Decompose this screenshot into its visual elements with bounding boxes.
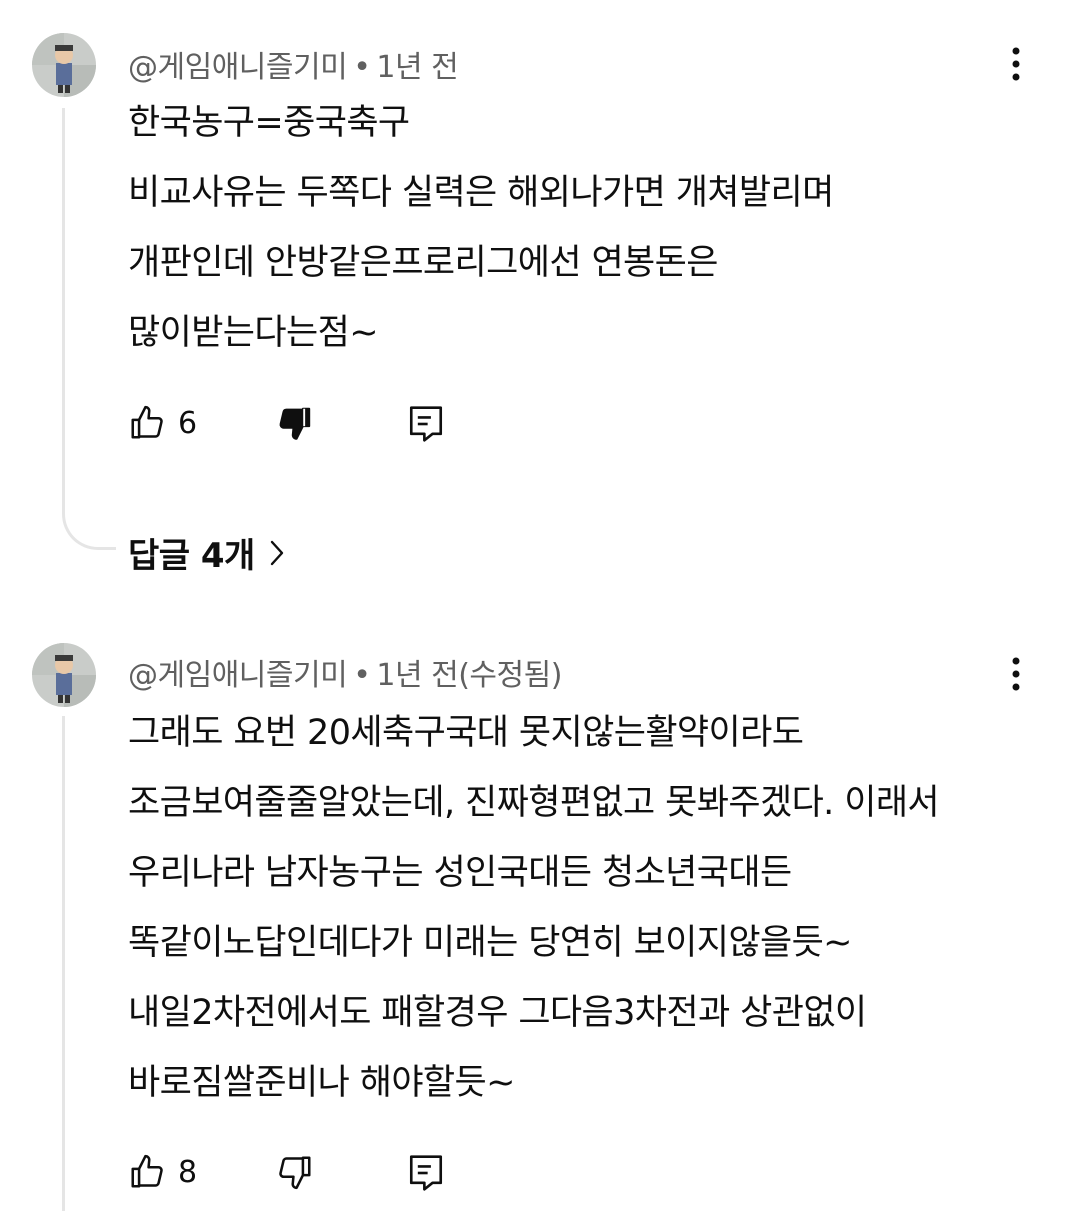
comment-1: @게임애니즐기미 • 1년 전 한국농구=중국축구 비교사유는 두쪽다 실력은 해외… — [0, 0, 1080, 600]
dislike-button[interactable] — [276, 404, 314, 442]
comment-line: 많이받는다는점~ — [128, 313, 379, 353]
comment-line: 개판인데 안방같은프로리그에선 연봉돈은 — [128, 243, 718, 283]
comment-line: 똑같이노답인데다가 미래는 당연히 보이지않을듯~ — [128, 923, 853, 963]
like-count: 6 — [178, 405, 198, 441]
reply-button[interactable] — [408, 404, 444, 444]
thumbs-down-icon — [279, 1156, 311, 1190]
like-button[interactable]: 8 — [128, 1153, 197, 1191]
thumbs-down-icon — [279, 407, 311, 440]
thread-curve — [62, 510, 116, 550]
avatar[interactable] — [32, 643, 96, 707]
dislike-button[interactable] — [276, 1153, 314, 1191]
like-button[interactable]: 6 — [128, 404, 197, 442]
author-handle[interactable]: @게임애니즐기미 — [128, 658, 348, 693]
comment-line: 비교사유는 두쪽다 실력은 해외나가면 개쳐발리며 — [128, 173, 834, 213]
thread-line — [62, 108, 65, 510]
reply-comment-icon — [409, 406, 443, 442]
comment-line: 그래도 요번 20세축구국대 못지않는활약이라도 — [128, 713, 804, 753]
comment-2: @게임애니즐기미 • 1년 전(수정됨) 그래도 요번 20세축구국대 못지않는활약… — [0, 600, 1080, 1211]
more-options-button[interactable] — [996, 650, 1036, 698]
comment-time: 1년 전 — [376, 50, 459, 85]
thread-line — [62, 716, 65, 1211]
reply-button[interactable] — [408, 1153, 444, 1193]
comment-line: 한국농구=중국축구 — [128, 103, 410, 143]
chevron-right-icon — [270, 540, 284, 565]
more-options-button[interactable] — [996, 40, 1036, 88]
meta-separator: • — [353, 658, 371, 693]
author-handle[interactable]: @게임애니즐기미 — [128, 50, 348, 85]
comment-line: 내일2차전에서도 패할경우 그다음3차전과 상관없이 — [128, 993, 867, 1033]
comment-line: 우리나라 남자농구는 성인국대든 청소년국대든 — [128, 853, 792, 893]
like-count: 8 — [178, 1154, 198, 1190]
replies-label: 답글 4개 — [128, 536, 255, 576]
meta-separator: • — [353, 50, 371, 85]
comment-line: 바로짐쌀준비나 해야할듯~ — [128, 1063, 515, 1103]
reply-comment-icon — [409, 1155, 443, 1191]
comment-text: 그래도 요번 20세축구국대 못지않는활약이라도 조금보여줄줄알았는데, 진짜형… — [128, 698, 1060, 1118]
view-replies-button[interactable]: 답글 4개 — [128, 528, 285, 577]
avatar[interactable] — [32, 33, 96, 97]
comment-time: 1년 전(수정됨) — [376, 658, 562, 693]
more-vertical-icon — [1012, 47, 1020, 81]
more-vertical-icon — [1012, 657, 1020, 691]
thumbs-up-icon — [131, 405, 163, 439]
comment-line: 조금보여줄줄알았는데, 진짜형편없고 못봐주겠다. 이래서 — [128, 783, 940, 823]
comment-meta: @게임애니즐기미 • 1년 전(수정됨) — [128, 650, 562, 694]
comment-text: 한국농구=중국축구 비교사유는 두쪽다 실력은 해외나가면 개쳐발리며 개판인데… — [128, 88, 1060, 368]
comment-meta: @게임애니즐기미 • 1년 전 — [128, 42, 459, 86]
thumbs-up-icon — [131, 1154, 163, 1188]
